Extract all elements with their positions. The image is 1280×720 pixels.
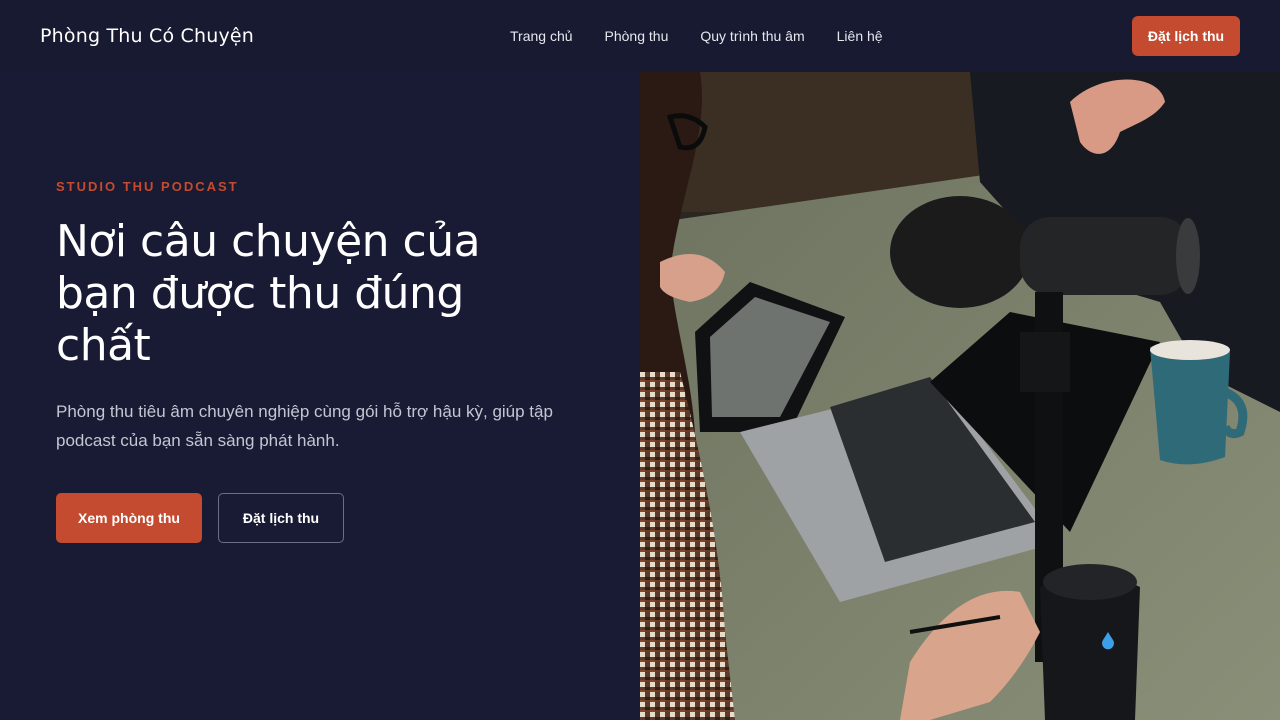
hero-eyebrow: STUDIO THU PODCAST — [56, 179, 239, 194]
hero-headline: Nơi câu chuyện của bạn được thu đúng chấ… — [56, 216, 481, 371]
hero-podcast-photo — [640, 72, 1280, 720]
nav-link-contact[interactable]: Liên hệ — [837, 28, 883, 44]
nav-link-home[interactable]: Trang chủ — [510, 28, 573, 44]
top-navbar: Phòng Thu Có Chuyện Trang chủ Phòng thu … — [0, 0, 1280, 72]
main-nav: Trang chủ Phòng thu Quy trình thu âm Liê… — [510, 0, 883, 72]
hero-subtitle: Phòng thu tiêu âm chuyên nghiệp cùng gói… — [56, 402, 553, 450]
book-session-nav-button[interactable]: Đặt lịch thu — [1132, 16, 1240, 56]
book-session-button[interactable]: Đặt lịch thu — [218, 493, 344, 543]
hero-content: STUDIO THU PODCAST Nơi câu chuyện của bạ… — [56, 72, 616, 720]
nav-link-process[interactable]: Quy trình thu âm — [700, 28, 804, 44]
podcast-scene-illustration — [640, 72, 1280, 720]
hero-buttons: Xem phòng thu Đặt lịch thu — [56, 493, 344, 543]
view-studios-button[interactable]: Xem phòng thu — [56, 493, 202, 543]
nav-link-studios[interactable]: Phòng thu — [605, 28, 669, 44]
brand-logo-text[interactable]: Phòng Thu Có Chuyện — [40, 25, 254, 47]
